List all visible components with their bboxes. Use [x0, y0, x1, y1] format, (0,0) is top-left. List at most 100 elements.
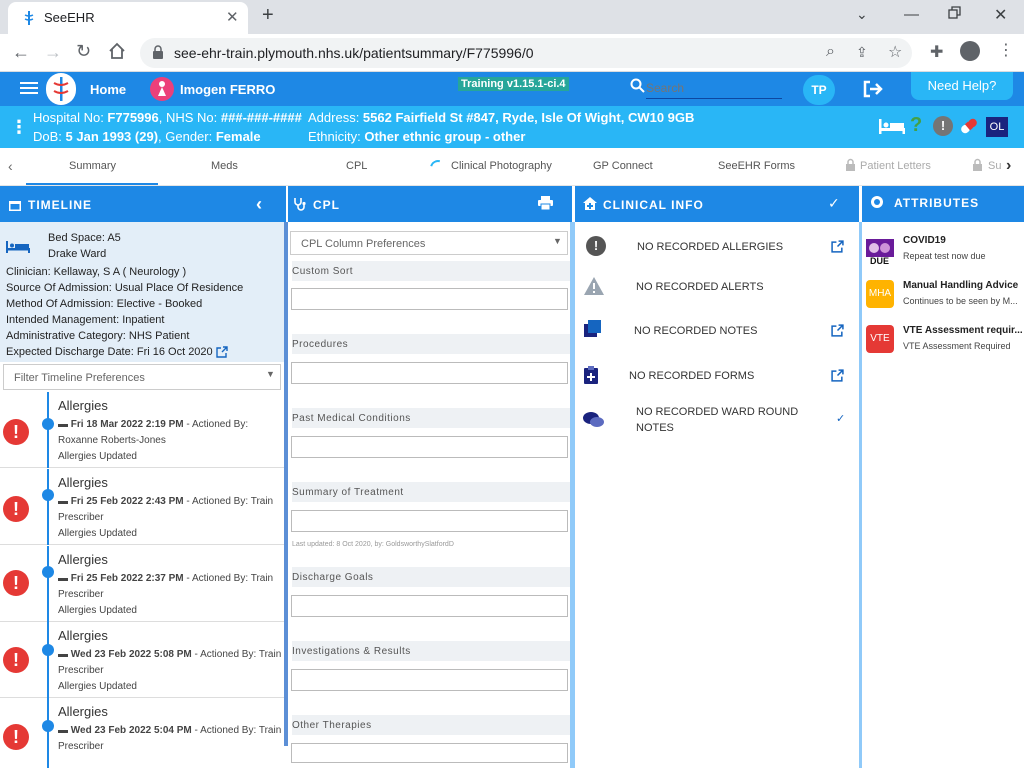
attribute-title[interactable]: Manual Handling Advice — [903, 280, 1018, 291]
browser-tab-title: SeeEHR — [44, 10, 95, 25]
cpl-scrollbar[interactable] — [570, 222, 575, 768]
tab-summary[interactable]: Summary — [69, 160, 116, 172]
bookmark-star-icon[interactable]: ☆ — [888, 42, 902, 62]
patient-ethnicity: Other ethnic group - other — [364, 129, 526, 144]
cpl-last-updated: Last updated: 8 Oct 2020, by: Goldsworth… — [292, 541, 454, 548]
more-vertical-icon[interactable]: ⋮ — [10, 117, 28, 138]
tabs-scroll-left-icon[interactable]: ‹ — [8, 158, 13, 174]
zoom-icon[interactable]: ⌕ — [826, 43, 835, 61]
cpl-column-preferences-select[interactable]: CPL Column Preferences ▼ — [290, 231, 568, 255]
reload-icon[interactable]: ↻ — [76, 41, 91, 62]
close-window-icon[interactable]: ✕ — [994, 5, 1007, 25]
help-question-icon[interactable]: ? — [910, 114, 922, 137]
summary-of-treatment-textarea[interactable] — [291, 510, 568, 532]
url-text: see-ehr-train.plymouth.nhs.uk/patientsum… — [174, 45, 534, 61]
timeline-entry-title: Allergies — [58, 475, 108, 490]
timeline-entry-actor: Roxanne Roberts-Jones — [58, 435, 166, 446]
attribute-title[interactable]: COVID19 — [903, 235, 946, 246]
timeline-scrollbar[interactable] — [284, 222, 288, 746]
custom-sort-textarea[interactable] — [291, 288, 568, 310]
browser-menu-icon[interactable]: ⋮ — [998, 40, 1014, 60]
timeline-dot — [42, 566, 54, 578]
padlock-icon — [845, 158, 856, 172]
timeline-entry[interactable]: ! Allergies ▬ Fri 25 Feb 2022 2:43 PM - … — [0, 469, 284, 545]
patient-gender: Female — [215, 129, 261, 144]
app-header: Home Imogen FERRO Training v1.15.1-ci.4 … — [0, 72, 1024, 106]
chevron-down-icon[interactable]: ✓ — [828, 195, 841, 212]
new-tab-icon[interactable]: + — [262, 4, 274, 27]
tab-su[interactable]: Su — [988, 160, 1001, 172]
external-link-icon[interactable] — [831, 240, 844, 253]
minimize-icon[interactable]: — — [904, 6, 919, 23]
house-medical-icon — [582, 196, 598, 211]
discharge-goals-textarea[interactable] — [291, 595, 568, 617]
close-tab-icon[interactable]: ✕ — [226, 8, 239, 26]
home-browser-icon[interactable] — [108, 42, 126, 60]
timeline-entry-actor: Prescriber — [58, 665, 104, 676]
collapse-left-icon[interactable]: ‹ — [256, 194, 263, 215]
external-link-icon[interactable] — [216, 346, 228, 358]
timeline-dot — [42, 720, 54, 732]
chevron-down-icon[interactable]: ⌄ — [856, 6, 868, 23]
tab-meds[interactable]: Meds — [211, 160, 238, 172]
medication-pill-icon[interactable] — [958, 116, 980, 136]
timeline-header: TIMELINE ‹ — [0, 186, 286, 222]
investigations-results-textarea[interactable] — [291, 669, 568, 691]
share-icon[interactable]: ⇪ — [856, 44, 868, 61]
external-link-icon[interactable] — [831, 324, 844, 337]
tab-seeehr-forms[interactable]: SeeEHR Forms — [718, 160, 795, 172]
admission-detail: Source Of Admission: Usual Place Of Resi… — [6, 282, 244, 294]
tab-clinical-photography[interactable]: Clinical Photography — [451, 160, 552, 172]
need-help-button[interactable]: Need Help? — [911, 72, 1013, 100]
forward-icon[interactable]: → — [44, 42, 62, 63]
hamburger-menu-icon[interactable] — [20, 80, 38, 96]
filter-timeline-select[interactable]: Filter Timeline Preferences ▼ — [3, 364, 281, 390]
chevron-down-icon[interactable]: ✓ — [836, 412, 845, 425]
procedures-textarea[interactable] — [291, 362, 568, 384]
tabs-scroll-right-icon[interactable]: › — [1006, 157, 1011, 175]
tab-cpl[interactable]: CPL — [346, 160, 367, 172]
filter-timeline-placeholder: Filter Timeline Preferences — [14, 372, 145, 384]
timeline-entry[interactable]: ! Allergies ▬ Wed 23 Feb 2022 5:08 PM - … — [0, 622, 284, 698]
printer-icon[interactable] — [538, 196, 553, 210]
search-input[interactable] — [646, 77, 782, 99]
timeline-entry[interactable]: ! Allergies ▬ Fri 25 Feb 2022 2:37 PM - … — [0, 546, 284, 622]
browser-tab[interactable]: SeeEHR ✕ — [8, 2, 248, 34]
user-avatar[interactable]: TP — [803, 75, 835, 105]
address-toolbar: ← → ↻ see-ehr-train.plymouth.nhs.uk/pati… — [0, 34, 1024, 72]
timeline-entry[interactable]: ! Allergies ▬ Fri 18 Mar 2022 2:19 PM - … — [0, 392, 284, 468]
home-link[interactable]: Home — [90, 82, 126, 97]
external-link-icon[interactable] — [831, 369, 844, 382]
patient-name[interactable]: Imogen FERRO — [180, 82, 275, 97]
restore-icon[interactable] — [948, 6, 962, 20]
profile-avatar-icon[interactable] — [960, 41, 980, 61]
training-version-badge: Training v1.15.1-ci.4 — [458, 77, 569, 91]
allergy-exclamation-icon: ! — [586, 236, 606, 256]
timeline-entry-title: Allergies — [58, 552, 108, 567]
past-medical-conditions-textarea[interactable] — [291, 436, 568, 458]
forms-status: NO RECORDED FORMS — [629, 370, 755, 382]
logout-icon[interactable] — [862, 79, 884, 99]
timeline-entry-actor: Prescriber — [58, 589, 104, 600]
timeline-entry[interactable]: ! Allergies ▬ Wed 23 Feb 2022 5:04 PM - … — [0, 698, 284, 768]
patient-address: 5562 Fairfield St #847, Ryde, Isle Of Wi… — [362, 110, 695, 125]
alert-exclamation-icon[interactable]: ! — [933, 116, 953, 136]
tab-patient-letters[interactable]: Patient Letters — [860, 160, 931, 172]
back-icon[interactable]: ← — [12, 42, 30, 63]
extensions-icon[interactable]: ✚ — [930, 42, 943, 62]
lock-icon[interactable] — [152, 45, 164, 59]
other-therapies-textarea[interactable] — [291, 743, 568, 763]
ol-badge[interactable]: OL — [986, 117, 1008, 137]
timeline-dot — [42, 489, 54, 501]
bed-icon[interactable] — [878, 117, 906, 135]
attribute-title[interactable]: VTE Assessment requir... — [903, 325, 1023, 336]
tab-gp-connect[interactable]: GP Connect — [593, 160, 653, 172]
chat-bubbles-icon — [582, 411, 604, 429]
alert-exclamation-icon: ! — [3, 419, 29, 445]
cpl-column-preferences-placeholder: CPL Column Preferences — [301, 238, 426, 250]
alert-exclamation-icon: ! — [3, 647, 29, 673]
timeline-entry-title: Allergies — [58, 628, 108, 643]
attribute-subtitle: Continues to be seen by M... — [903, 296, 1018, 306]
address-label: Address: — [308, 110, 363, 125]
address-bar[interactable]: see-ehr-train.plymouth.nhs.uk/patientsum… — [140, 38, 912, 68]
